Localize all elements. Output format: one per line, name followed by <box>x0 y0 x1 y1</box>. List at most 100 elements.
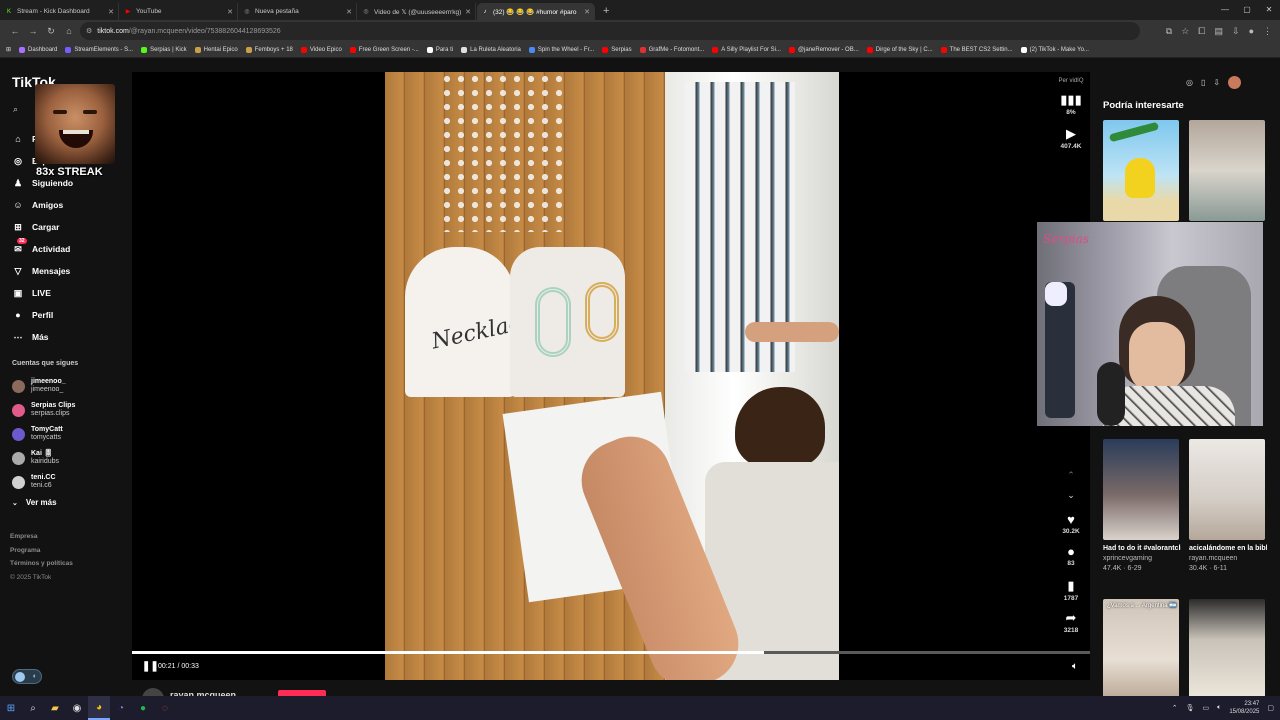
footer-link-program[interactable]: Programa <box>10 544 73 558</box>
download-icon[interactable]: ⇩ <box>1232 22 1240 40</box>
mic-icon[interactable]: 🎙︎ <box>1186 704 1195 712</box>
footer-link-terms[interactable]: Términos y políticas <box>10 557 73 571</box>
volume-tray-icon[interactable]: 🔈︎ <box>1217 704 1221 712</box>
new-tab-button[interactable]: + <box>603 5 609 17</box>
following-account[interactable]: Serpias Clips serpias.clips <box>12 398 127 422</box>
progress-bar[interactable] <box>132 651 1090 654</box>
sidebar-item[interactable]: ▽ Mensajes <box>12 260 127 282</box>
following-account[interactable]: teni.CC teni.c6 <box>12 470 127 494</box>
app-icon[interactable]: ◌ <box>154 696 176 720</box>
chrome-icon[interactable]: ◕ <box>88 696 110 720</box>
tab-close-icon[interactable]: ✕ <box>346 8 352 16</box>
bookmark-item[interactable]: Dashboard <box>19 46 57 53</box>
views-stat[interactable]: ▶ 407.4K <box>1050 126 1092 150</box>
sidebar-item[interactable]: ✉ 32 Actividad <box>12 237 127 260</box>
phone-icon[interactable]: ▯ <box>1201 78 1205 89</box>
bookmark-item[interactable]: The BEST CS2 Settin... <box>940 46 1013 53</box>
url-field[interactable]: ⚙ tiktok.com /@rayan.mcqueen/video/75388… <box>80 22 1140 40</box>
browser-tab[interactable]: ◎ Nueva pestaña ✕ <box>239 3 357 20</box>
forward-icon[interactable]: → <box>24 26 42 36</box>
bookmark-item[interactable]: Serpias | Kick <box>141 46 187 53</box>
sidebar-item[interactable]: ● Perfil <box>12 304 127 326</box>
bookmark-item[interactable]: GrafMe - Fotomont... <box>639 46 704 53</box>
extensions-icon[interactable]: ⧠ <box>1198 22 1205 40</box>
apps-icon[interactable]: ⊞ <box>6 46 11 53</box>
user-avatar[interactable] <box>1228 76 1242 89</box>
bookmark-item[interactable]: Para ti <box>426 46 453 53</box>
recommend-thumb-1[interactable] <box>1103 120 1179 221</box>
recommend-caption-1[interactable]: Had to do it #valorantclips... xprincevg… <box>1103 544 1181 574</box>
bookmark-item[interactable]: StreamElements - S... <box>65 46 133 53</box>
bookmark-item[interactable]: A Silly Playlist For Si... <box>712 46 781 53</box>
following-account[interactable]: Kai 🎚 kairidubs <box>12 446 127 470</box>
recommend-thumb-3[interactable] <box>1103 439 1179 540</box>
sidebar-item[interactable]: ⋯ Más <box>12 326 127 348</box>
search-icon[interactable]: ⌕ <box>13 104 18 115</box>
video-player[interactable]: Necklace Per vidIQ ▮▮▮ 8% ▶ 407.4K ⌃ ⌄ ♥ <box>132 72 1090 680</box>
vidiq-stats-button[interactable]: ▮▮▮ 8% <box>1050 92 1092 116</box>
file-explorer-icon[interactable]: ▰ <box>44 696 66 720</box>
recommend-thumb-6[interactable] <box>1189 599 1265 700</box>
bookmark-item[interactable]: Free Green Screen -... <box>349 46 419 53</box>
sidebar-item[interactable]: ⊞ Cargar <box>12 216 127 238</box>
site-info-icon[interactable]: ⚙ <box>86 27 92 35</box>
clock[interactable]: 23:47 15/08/2025 <box>1229 700 1259 716</box>
browser-tab[interactable]: ▶ YouTube ✕ <box>120 3 238 20</box>
sidebar-item[interactable]: ▣ LIVE <box>12 282 127 304</box>
sidepanel-icon[interactable]: ▤ <box>1215 22 1224 40</box>
like-button[interactable]: ♥ 30.2K <box>1050 512 1092 535</box>
tab-close-icon[interactable]: ✕ <box>465 8 471 16</box>
maximize-icon[interactable]: ▢ <box>1236 0 1258 20</box>
recommend-thumb-5[interactable]: ¿Vamos a ... Argentina 🇦🇷 <box>1103 599 1179 700</box>
video-frame[interactable]: Necklace <box>385 72 839 680</box>
sidebar-item[interactable]: ☺ Amigos <box>12 194 127 216</box>
minimize-icon[interactable]: — <box>1214 0 1236 20</box>
spotify-icon[interactable]: ● <box>132 696 154 720</box>
browser-tab[interactable]: ◎ Video de 𝕏 (@uuuseeeerrrkg) ✕ <box>358 3 476 20</box>
recommend-caption-2[interactable]: acicalándome en la biblioteca #humor... … <box>1189 544 1267 574</box>
download-icon[interactable]: ⇩ <box>1213 78 1220 89</box>
tab-close-icon[interactable]: ✕ <box>227 8 233 16</box>
back-icon[interactable]: ← <box>6 26 24 36</box>
profile-icon[interactable]: ● <box>1249 22 1254 40</box>
bookmark-item[interactable]: @janeRemover - OB... <box>788 46 859 53</box>
tray-chevron-icon[interactable]: ⌃ <box>1172 704 1178 712</box>
footer-link-company[interactable]: Empresa <box>10 530 73 544</box>
share-button[interactable]: ➦ 3218 <box>1050 610 1092 634</box>
menu-icon[interactable]: ⋮ <box>1263 22 1272 40</box>
discord-icon[interactable]: ◔ <box>110 696 132 720</box>
volume-icon[interactable]: 🔈︎ <box>1072 661 1078 672</box>
notification-icon[interactable]: ▢ <box>1267 704 1274 712</box>
bookmark-item[interactable]: Femboys + 18 <box>245 46 293 53</box>
star-icon[interactable]: ☆ <box>1181 22 1189 40</box>
bookmark-item[interactable]: Spin the Wheel - Fr... <box>528 46 594 53</box>
recommend-thumb-2[interactable] <box>1189 120 1265 221</box>
see-more-button[interactable]: ⌄ Ver más <box>12 498 57 507</box>
browser-tab[interactable]: K Stream - Kick Dashboard ✕ <box>1 3 119 20</box>
windows-start-icon[interactable]: ⊞ <box>0 696 22 720</box>
chevron-down-icon[interactable]: ⌄ <box>1050 490 1092 501</box>
save-button[interactable]: ▮ 1787 <box>1050 578 1092 602</box>
bookmark-item[interactable]: Dirge of the Sky | C... <box>866 46 933 53</box>
reload-icon[interactable]: ↻ <box>42 26 60 37</box>
chevron-up-icon[interactable]: ⌃ <box>1050 470 1092 481</box>
tab-close-icon[interactable]: ✕ <box>108 8 114 16</box>
tab-close-icon[interactable]: ✕ <box>584 8 590 16</box>
following-account[interactable]: jimeenoo_ jimeenoo_ <box>12 374 127 398</box>
bookmark-item[interactable]: La Ruleta Aleatoria <box>461 46 521 53</box>
bookmark-item[interactable]: (2) TikTok - Make Yo... <box>1020 46 1089 53</box>
bookmark-item[interactable]: Video Epico <box>300 46 342 53</box>
comment-button[interactable]: ● 83 <box>1050 544 1092 567</box>
network-icon[interactable]: ▭ <box>1203 704 1210 712</box>
home-icon[interactable]: ⌂ <box>60 26 78 36</box>
recommend-thumb-4[interactable] <box>1189 439 1265 540</box>
browser-tab[interactable]: ♪ (32) 😂 😂 😂 #humor #paro ✕ <box>477 3 595 20</box>
following-account[interactable]: TomyCatt tomycatts <box>12 422 127 446</box>
bookmark-item[interactable]: Hentai Epico <box>194 46 238 53</box>
search-icon[interactable]: ⌕ <box>22 696 44 720</box>
pause-button[interactable]: ❚❚ <box>142 661 159 672</box>
bookmark-item[interactable]: Serpias <box>602 46 632 53</box>
theme-toggle[interactable]: ◐ <box>12 669 42 684</box>
cast-icon[interactable]: ⧉ <box>1166 22 1172 40</box>
obs-icon[interactable]: ◉ <box>66 696 88 720</box>
